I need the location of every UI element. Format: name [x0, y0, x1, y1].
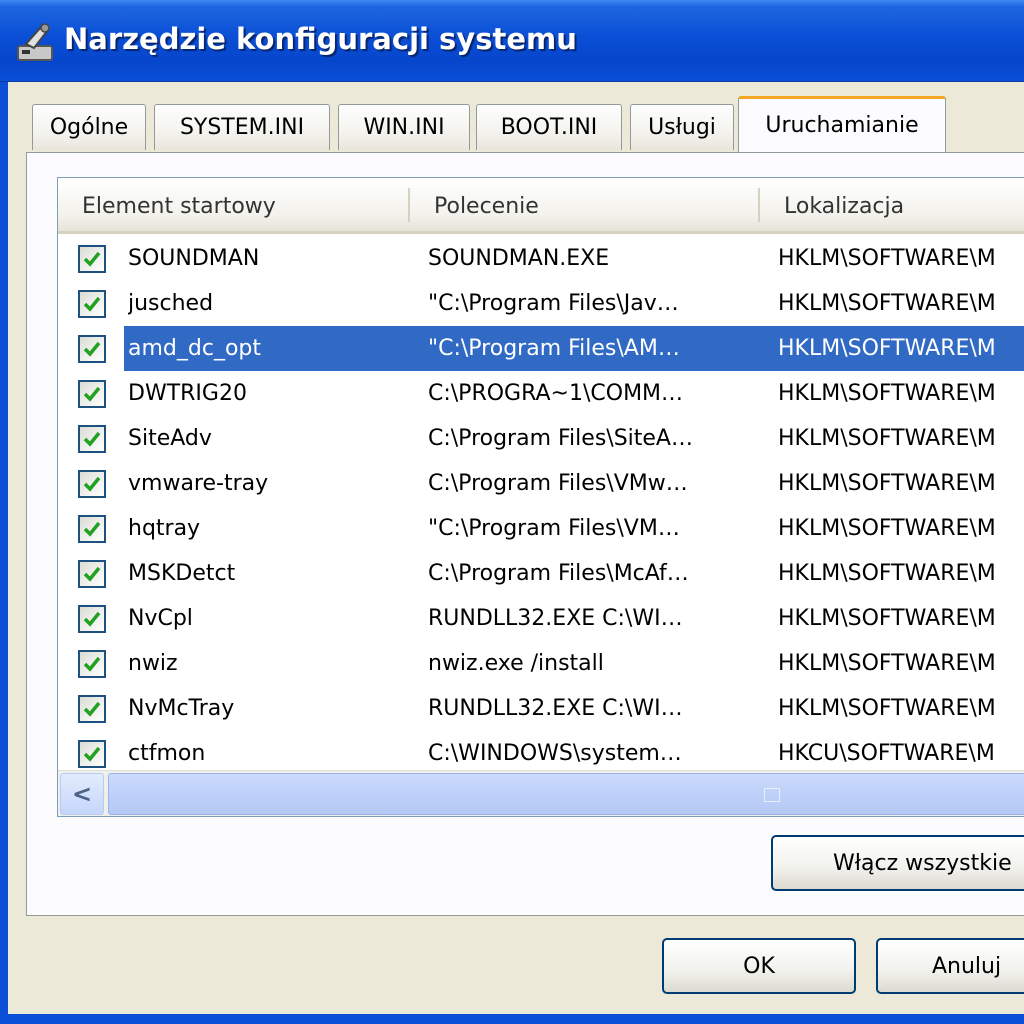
row-checkbox[interactable] — [78, 650, 106, 678]
cell-command: "C:\Program Files\Jav… — [428, 291, 679, 316]
cell-command: C:\Program Files\SiteA… — [428, 426, 693, 451]
startup-list[interactable]: Element startowy Polecenie Lokalizacja S… — [57, 177, 1024, 817]
column-header-startup-item[interactable]: Element startowy — [58, 178, 408, 234]
cell-location: HKLM\SOFTWARE\M — [778, 381, 996, 406]
cell-startup-item: jusched — [128, 291, 214, 316]
checkmark-icon — [83, 566, 101, 582]
row-checkbox[interactable] — [78, 245, 106, 273]
checkmark-icon — [83, 701, 101, 717]
cell-location: HKLM\SOFTWARE\M — [778, 291, 996, 316]
tab-boot-ini[interactable]: BOOT.INI — [476, 104, 622, 150]
checkmark-icon — [83, 251, 101, 267]
chevron-left-icon: < — [71, 780, 93, 808]
row-checkbox[interactable] — [78, 560, 106, 588]
ok-button[interactable]: OK — [662, 938, 856, 994]
cell-command: "C:\Program Files\AM… — [428, 336, 680, 361]
checkmark-icon — [83, 386, 101, 402]
cell-startup-item: DWTRIG20 — [128, 381, 247, 406]
cell-startup-item: MSKDetct — [128, 561, 236, 586]
cell-startup-item: nwiz — [128, 651, 178, 676]
checkmark-icon — [83, 431, 101, 447]
enable-all-button[interactable]: Włącz wszystkie — [771, 835, 1024, 891]
row-checkbox[interactable] — [78, 290, 106, 318]
title-bar[interactable]: Narzędzie konfiguracji systemu — [0, 0, 1024, 82]
list-header: Element startowy Polecenie Lokalizacja — [58, 178, 1024, 234]
scroll-left-button[interactable]: < — [60, 773, 104, 815]
cell-command: "C:\Program Files\VM… — [428, 516, 680, 541]
cell-startup-item: vmware-tray — [128, 471, 269, 496]
cell-startup-item: NvCpl — [128, 606, 193, 631]
table-row[interactable]: amd_dc_opt "C:\Program Files\AM… HKLM\SOFT… — [58, 326, 1024, 371]
cell-command: RUNDLL32.EXE C:\WI… — [428, 696, 683, 721]
config-tool-icon — [12, 20, 58, 66]
cell-location: HKLM\SOFTWARE\M — [778, 696, 996, 721]
table-row[interactable]: jusched "C:\Program Files\Jav… HKLM\SOFTWA… — [58, 281, 1024, 326]
table-row[interactable]: NvCpl RUNDLL32.EXE C:\WI… HKLM\SOFTWARE\M — [58, 596, 1024, 641]
cell-command: RUNDLL32.EXE C:\WI… — [428, 606, 683, 631]
cell-startup-item: amd_dc_opt — [128, 336, 261, 361]
table-row[interactable]: MSKDetct C:\Program Files\McAf… HKLM\SOFTW… — [58, 551, 1024, 596]
grip-icon — [764, 788, 780, 802]
cancel-button[interactable]: Anuluj — [876, 938, 1024, 994]
checkmark-icon — [83, 656, 101, 672]
checkmark-icon — [83, 521, 101, 537]
cell-command: nwiz.exe /install — [428, 651, 604, 676]
tab-startup[interactable]: Uruchamianie — [738, 96, 946, 152]
cell-startup-item: hqtray — [128, 516, 201, 541]
table-row[interactable]: SiteAdv C:\Program Files\SiteA… HKLM\SOFTW… — [58, 416, 1024, 461]
tab-system-ini[interactable]: SYSTEM.INI — [154, 104, 330, 150]
cell-location: HKLM\SOFTWARE\M — [778, 606, 996, 631]
row-checkbox[interactable] — [78, 515, 106, 543]
row-checkbox[interactable] — [78, 335, 106, 363]
row-checkbox[interactable] — [78, 740, 106, 768]
checkmark-icon — [83, 341, 101, 357]
cell-command: C:\PROGRA~1\COMM… — [428, 381, 684, 406]
row-checkbox[interactable] — [78, 605, 106, 633]
cell-command: C:\Program Files\McAf… — [428, 561, 689, 586]
startup-tab-panel: Element startowy Polecenie Lokalizacja S… — [26, 152, 1024, 916]
horizontal-scrollbar[interactable]: < — [58, 770, 1024, 816]
table-row[interactable]: DWTRIG20 C:\PROGRA~1\COMM… HKLM\SOFTWARE\M — [58, 371, 1024, 416]
window-title: Narzędzie konfiguracji systemu — [64, 22, 577, 56]
cell-startup-item: NvMcTray — [128, 696, 235, 721]
cell-location: HKLM\SOFTWARE\M — [778, 246, 996, 271]
cell-startup-item: SiteAdv — [128, 426, 212, 451]
cell-location: HKLM\SOFTWARE\M — [778, 651, 996, 676]
table-row[interactable]: NvMcTray RUNDLL32.EXE C:\WI… HKLM\SOFTWARE… — [58, 686, 1024, 731]
table-row[interactable]: nwiz nwiz.exe /install HKLM\SOFTWARE\M — [58, 641, 1024, 686]
cell-location: HKLM\SOFTWARE\M — [778, 426, 996, 451]
table-row[interactable]: SOUNDMAN SOUNDMAN.EXE HKLM\SOFTWARE\M — [58, 236, 1024, 281]
cell-location: HKLM\SOFTWARE\M — [778, 516, 996, 541]
scrollbar-thumb[interactable] — [108, 773, 1024, 815]
window-frame-left — [0, 82, 8, 1024]
cell-command: SOUNDMAN.EXE — [428, 246, 610, 271]
column-header-location[interactable]: Lokalizacja — [760, 178, 1024, 234]
cell-startup-item: SOUNDMAN — [128, 246, 260, 271]
row-checkbox[interactable] — [78, 470, 106, 498]
cell-location: HKLM\SOFTWARE\M — [778, 336, 996, 361]
table-row[interactable]: vmware-tray C:\Program Files\VMw… HKLM\SOF… — [58, 461, 1024, 506]
cell-command: C:\Program Files\VMw… — [428, 471, 688, 496]
checkmark-icon — [83, 296, 101, 312]
cell-location: HKLM\SOFTWARE\M — [778, 471, 996, 496]
row-checkbox[interactable] — [78, 425, 106, 453]
tab-services[interactable]: Usługi — [630, 104, 734, 150]
row-checkbox[interactable] — [78, 380, 106, 408]
window-frame-bottom — [0, 1014, 1024, 1024]
checkmark-icon — [83, 746, 101, 762]
checkmark-icon — [83, 611, 101, 627]
checkmark-icon — [83, 476, 101, 492]
table-row[interactable]: hqtray "C:\Program Files\VM… HKLM\SOFTWARE… — [58, 506, 1024, 551]
row-checkbox[interactable] — [78, 695, 106, 723]
tab-general[interactable]: Ogólne — [32, 104, 146, 150]
cell-location: HKLM\SOFTWARE\M — [778, 561, 996, 586]
column-header-command[interactable]: Polecenie — [410, 178, 760, 234]
tab-win-ini[interactable]: WIN.INI — [338, 104, 470, 150]
